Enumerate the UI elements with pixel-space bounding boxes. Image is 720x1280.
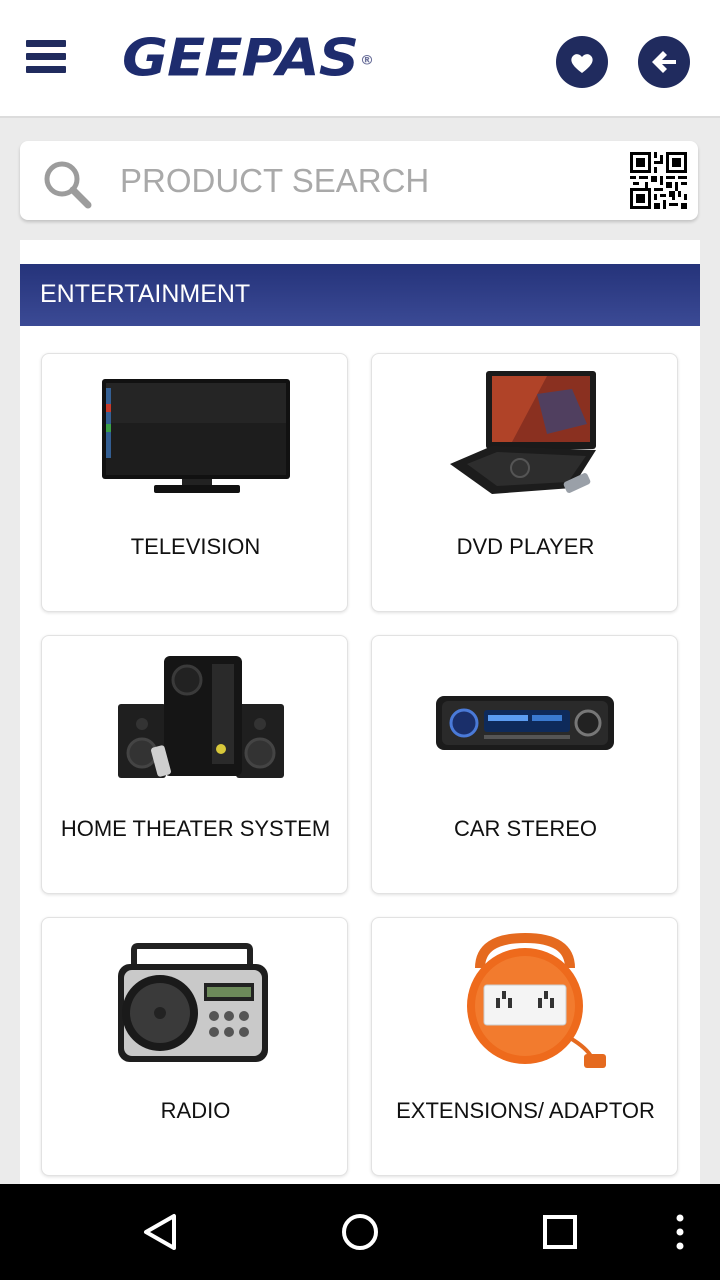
brand-logo-text: GEEPAS <box>122 28 359 89</box>
product-label: CAR STEREO <box>453 816 598 841</box>
radio-image <box>118 943 268 1062</box>
vertical-dots-icon[interactable] <box>656 1208 704 1256</box>
back-button[interactable] <box>638 36 690 88</box>
square-recents-icon[interactable] <box>536 1208 584 1256</box>
car-stereo-image <box>436 696 614 750</box>
search-icon[interactable] <box>40 157 96 213</box>
brand-logo[interactable]: GEEPAS ® <box>122 28 374 89</box>
product-label: DVD PLAYER <box>456 534 595 559</box>
dvd-player-image <box>450 371 596 494</box>
product-label: RADIO <box>160 1098 231 1123</box>
menu-bar <box>26 40 66 47</box>
registered-mark: ® <box>360 53 374 69</box>
product-card-extensions[interactable]: EXTENSIONS/ ADAPTOR <box>371 917 678 1176</box>
search-bar <box>20 141 698 220</box>
section-header: ENTERTAINMENT <box>20 264 700 326</box>
section-title: ENTERTAINMENT <box>40 280 251 308</box>
menu-bar <box>26 66 66 73</box>
extension-reel-image <box>467 932 606 1068</box>
television-image <box>102 379 290 493</box>
circle-home-icon[interactable] <box>336 1208 384 1256</box>
category-panel: ENTERTAINMENT TELEVISION DVD PLAYER HOME… <box>20 240 700 1184</box>
product-card-radio[interactable]: RADIO <box>41 917 348 1176</box>
product-card-television[interactable]: TELEVISION <box>41 353 348 612</box>
menu-bar <box>26 53 66 60</box>
arrow-left-icon <box>652 51 676 73</box>
qr-code-icon[interactable] <box>630 152 687 209</box>
triangle-back-icon[interactable] <box>136 1208 184 1256</box>
app-header: GEEPAS ® <box>0 0 720 118</box>
favorites-button[interactable] <box>556 36 608 88</box>
product-label: TELEVISION <box>130 534 261 559</box>
home-theater-image <box>118 656 284 778</box>
system-nav-bar <box>0 1184 720 1280</box>
product-card-home-theater[interactable]: HOME THEATER SYSTEM <box>41 635 348 894</box>
menu-button[interactable] <box>26 40 68 76</box>
product-card-dvd-player[interactable]: DVD PLAYER <box>371 353 678 612</box>
product-search-input[interactable] <box>120 157 600 205</box>
heart-icon <box>571 54 593 73</box>
product-label: EXTENSIONS/ ADAPTOR <box>396 1098 655 1123</box>
product-card-car-stereo[interactable]: CAR STEREO <box>371 635 678 894</box>
product-label: HOME THEATER SYSTEM <box>60 816 331 841</box>
